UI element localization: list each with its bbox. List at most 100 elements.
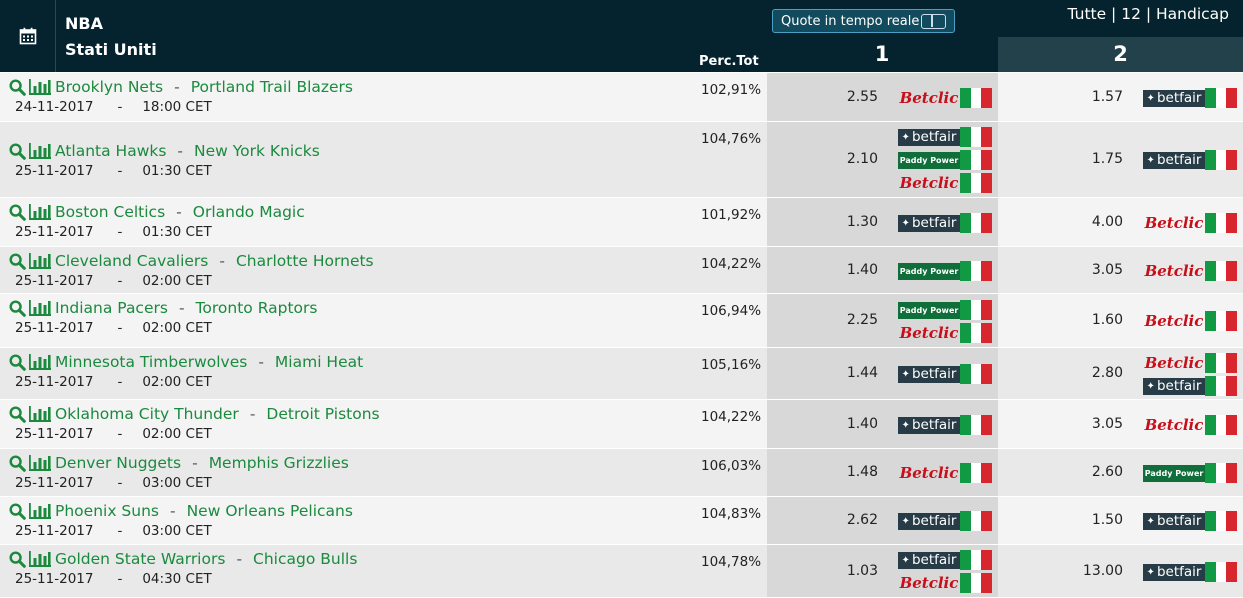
bookmaker-entry[interactable]: Betclic [1143,311,1238,331]
market-filters[interactable]: Tutte | 12 | Handicap [1068,5,1230,23]
bookmaker-entry[interactable]: Betclic [1143,213,1238,233]
odd-home[interactable]: 1.03 [800,563,878,579]
bookmaker-entry[interactable]: Betclic [898,88,993,108]
stats-icon[interactable] [29,79,51,95]
bookmaker-entry[interactable]: Betclic [1143,261,1238,281]
stats-icon[interactable] [29,300,51,316]
italy-flag-icon [960,173,993,193]
away-team-link[interactable]: New York Knicks [194,142,320,160]
match-row: Minnesota Timberwolves - Miami Heat 25-1… [0,348,1243,400]
stats-icon[interactable] [29,551,51,567]
bookmaker-entry[interactable]: Betclic [1143,415,1238,435]
odd-home[interactable]: 1.30 [800,214,878,230]
odd-away[interactable]: 1.57 [1043,89,1123,105]
odd-away[interactable]: 2.60 [1043,464,1123,480]
stats-icon[interactable] [29,143,51,159]
away-team-link[interactable]: Toronto Raptors [196,299,318,317]
bookmaker-entry[interactable]: betfair [1143,562,1238,582]
bookmaker-entry[interactable]: Paddy Power [898,300,993,320]
home-team-link[interactable]: Cleveland Cavaliers [55,252,208,270]
search-icon[interactable] [9,454,26,472]
odd-home[interactable]: 2.55 [800,89,878,105]
stats-icon[interactable] [29,455,51,471]
bookmaker-entry[interactable]: Paddy Power [898,150,993,170]
home-team-link[interactable]: Indiana Pacers [55,299,168,317]
italy-flag-icon [1205,88,1238,108]
odd-away[interactable]: 3.05 [1043,262,1123,278]
home-team-link[interactable]: Atlanta Hawks [55,142,166,160]
bookmaker-entry[interactable]: Betclic [1143,353,1238,373]
stats-icon[interactable] [29,354,51,370]
home-team-link[interactable]: Boston Celtics [55,203,165,221]
search-icon[interactable] [9,353,26,371]
bookmaker-entry[interactable]: Betclic [898,573,993,593]
home-team-link[interactable]: Denver Nuggets [55,454,181,472]
bookmaker-entry[interactable]: Betclic [898,463,993,483]
home-team-link[interactable]: Golden State Warriors [55,550,225,568]
stats-icon[interactable] [29,204,51,220]
away-team-link[interactable]: Miami Heat [275,353,363,371]
away-team-link[interactable]: New Orleans Pelicans [187,502,353,520]
bookmaker-entry[interactable]: Paddy Power [898,261,993,281]
bookmaker-entry[interactable]: betfair [898,213,993,233]
bookmaker-entry[interactable]: betfair [898,415,993,435]
away-team-link[interactable]: Chicago Bulls [253,550,357,568]
odd-away[interactable]: 4.00 [1043,214,1123,230]
away-team-link[interactable]: Charlotte Hornets [236,252,374,270]
home-team-link[interactable]: Phoenix Suns [55,502,159,520]
away-team-link[interactable]: Detroit Pistons [266,405,379,423]
match-time: 02:00 CET [142,320,212,336]
odd-home[interactable]: 2.10 [800,151,878,167]
bookmaker-entry[interactable]: betfair [1143,88,1238,108]
search-icon[interactable] [9,502,26,520]
team-separator: - [178,299,185,317]
home-team-link[interactable]: Brooklyn Nets [55,78,163,96]
home-team-link[interactable]: Minnesota Timberwolves [55,353,247,371]
bookmaker-entry[interactable]: betfair [898,511,993,531]
odd-away[interactable]: 2.80 [1043,365,1123,381]
odd-away[interactable]: 3.05 [1043,416,1123,432]
bookmakers-col-2: Betclic [1143,415,1238,435]
bookmaker-entry[interactable]: Betclic [898,323,993,343]
realtime-odds-toggle[interactable]: Quote in tempo reale [772,9,955,33]
search-icon[interactable] [9,550,26,568]
odd-home[interactable]: 1.44 [800,365,878,381]
bookmaker-entry[interactable]: betfair [1143,376,1238,396]
bookmaker-logo: Betclic [1144,312,1204,330]
italy-flag-icon [1205,376,1238,396]
away-team-link[interactable]: Memphis Grizzlies [209,454,349,472]
stats-icon[interactable] [29,253,51,269]
bookmaker-entry[interactable]: Betclic [898,173,993,193]
bookmaker-entry[interactable]: betfair [898,550,993,570]
odd-home[interactable]: 2.62 [800,512,878,528]
team-separator: - [177,142,184,160]
odd-away[interactable]: 1.50 [1043,512,1123,528]
bookmaker-entry[interactable]: Paddy Power [1143,463,1238,483]
search-icon[interactable] [9,203,26,221]
odd-away[interactable]: 1.75 [1043,151,1123,167]
bookmaker-entry[interactable]: betfair [898,127,993,147]
search-icon[interactable] [9,299,26,317]
odd-away[interactable]: 1.60 [1043,312,1123,328]
away-team-link[interactable]: Orlando Magic [193,203,305,221]
stats-icon[interactable] [29,503,51,519]
league-title: NBA Stati Uniti [65,11,157,63]
search-icon[interactable] [9,142,26,160]
bookmaker-entry[interactable]: betfair [1143,511,1238,531]
payout-percent: 104,22% [701,409,762,425]
bookmaker-entry[interactable]: betfair [1143,150,1238,170]
odd-home[interactable]: 1.48 [800,464,878,480]
search-icon[interactable] [9,252,26,270]
odd-home[interactable]: 1.40 [800,262,878,278]
odd-away[interactable]: 13.00 [1043,563,1123,579]
away-team-link[interactable]: Portland Trail Blazers [191,78,353,96]
odd-home[interactable]: 1.40 [800,416,878,432]
home-team-link[interactable]: Oklahoma City Thunder [55,405,239,423]
calendar-icon[interactable] [0,0,56,72]
stats-icon[interactable] [29,406,51,422]
toggle-icon [921,14,946,29]
search-icon[interactable] [9,78,26,96]
bookmaker-entry[interactable]: betfair [898,364,993,384]
search-icon[interactable] [9,405,26,423]
odd-home[interactable]: 2.25 [800,312,878,328]
